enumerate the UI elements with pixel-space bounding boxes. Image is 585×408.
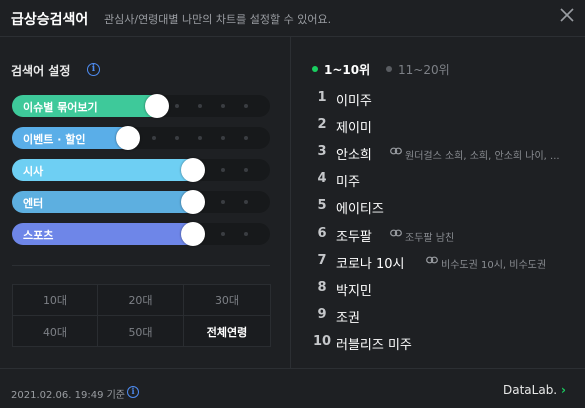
age-option-50s[interactable]: 50대 [98,316,184,347]
related-keywords: 조두팔 남친 [405,233,455,244]
rank-keyword: 제이미 [336,121,372,136]
link-icon [390,147,402,158]
page-subtitle: 관심사/연령대별 나만의 차트를 설정할 수 있어요. [104,13,332,26]
level-dot [175,104,179,108]
category-toggle-row[interactable]: 이벤트 · 할인 [12,126,270,150]
level-dot [198,136,202,140]
level-dot [221,168,225,172]
level-dot [244,168,248,172]
age-option-all[interactable]: 전체연령 [184,316,270,347]
rank-keyword: 안소희 [336,148,372,163]
rank-number: 2 [317,117,327,132]
rank-item[interactable]: 4 미주 [312,171,572,191]
rank-keyword: 에이티즈 [336,202,384,217]
rank-number: 1 [317,90,327,105]
rank-item[interactable]: 10 러블리즈 미주 [312,334,572,354]
rank-keyword: 이미주 [336,94,372,109]
close-icon [560,8,574,22]
toggle-label: 엔터 [23,197,44,210]
rank-keyword: 박지민 [336,284,372,299]
rank-number: 10 [312,334,332,349]
age-option-10s[interactable]: 10대 [13,285,98,316]
rank-item[interactable]: 6 조두팔 조두팔 남친 [312,226,572,246]
settings-divider [12,265,270,266]
age-group-grid: 10대 20대 30대 40대 50대 전체연령 [12,284,271,347]
datalab-label: DataLab. [503,383,558,397]
slider-knob[interactable] [116,126,140,150]
rank-item[interactable]: 8 박지민 [312,280,572,300]
rank-number: 4 [317,171,327,186]
slider-knob[interactable] [181,222,205,246]
rank-number: 6 [317,226,327,241]
rank-number: 3 [317,144,327,159]
link-icon [390,229,402,240]
rank-keyword: 코로나 10시 [336,257,405,272]
related-keywords: 비수도권 10시, 비수도권 [441,260,547,271]
level-dot [244,104,248,108]
inactive-bullet-icon [386,66,392,72]
panel-divider [290,37,291,368]
rank-number: 8 [317,280,327,295]
datalab-link[interactable]: DataLab. › [503,383,566,397]
level-dot [221,136,225,140]
level-dot [221,104,225,108]
related-keywords: 원더걸스 소희, 소희, 안소희 나이, ... [405,151,560,162]
rank-item[interactable]: 1 이미주 [312,90,572,110]
rank-number: 9 [317,307,327,322]
age-option-40s[interactable]: 40대 [13,316,98,347]
rank-keyword: 러블리즈 미주 [336,338,412,353]
level-dot [175,136,179,140]
category-toggle-row[interactable]: 이슈별 묶어보기 [12,94,270,118]
slider-knob[interactable] [181,190,205,214]
info-icon[interactable]: i [87,63,100,76]
rank-item[interactable]: 5 에이티즈 [312,198,572,218]
footer-divider [0,368,585,369]
toggle-label: 이슈별 묶어보기 [23,101,98,114]
level-dot [198,104,202,108]
link-icon [426,256,438,267]
chevron-right-icon: › [560,383,566,397]
rank-item[interactable]: 9 조권 [312,307,572,327]
rank-keyword: 조두팔 [336,230,372,245]
level-dot [244,232,248,236]
header-divider [0,36,585,37]
level-dot [221,232,225,236]
rank-keyword: 미주 [336,175,360,190]
age-option-20s[interactable]: 20대 [98,285,184,316]
age-option-30s[interactable]: 30대 [184,285,270,316]
toggle-label: 이벤트 · 할인 [23,133,86,146]
rank-number: 7 [317,253,327,268]
level-dot [244,136,248,140]
footer-info-icon[interactable]: i [127,386,139,398]
update-timestamp: 2021.02.06. 19:49 기준 [11,390,126,401]
toggle-label: 스포츠 [23,229,54,242]
category-toggle-row[interactable]: 시사 [12,158,270,182]
slider-knob[interactable] [145,94,169,118]
rank-item[interactable]: 2 제이미 [312,117,572,137]
category-toggle-row[interactable]: 스포츠 [12,222,270,246]
toggle-label: 시사 [23,165,44,178]
settings-title: 검색어 설정 [11,64,71,78]
slider-knob[interactable] [181,158,205,182]
header: 급상승검색어 관심사/연령대별 나만의 차트를 설정할 수 있어요. [0,0,585,36]
rank-item[interactable]: 7 코로나 10시 비수도권 10시, 비수도권 [312,253,572,273]
close-button[interactable] [559,7,575,23]
rank-item[interactable]: 3 안소희 원더걸스 소희, 소희, 안소희 나이, ... [312,144,572,164]
level-dot [221,200,225,204]
page-title: 급상승검색어 [11,12,89,28]
active-bullet-icon [312,66,318,72]
level-dot [244,200,248,204]
category-toggle-row[interactable]: 엔터 [12,190,270,214]
rank-number: 5 [317,198,327,213]
level-dot [152,136,156,140]
rank-keyword: 조권 [336,311,360,326]
